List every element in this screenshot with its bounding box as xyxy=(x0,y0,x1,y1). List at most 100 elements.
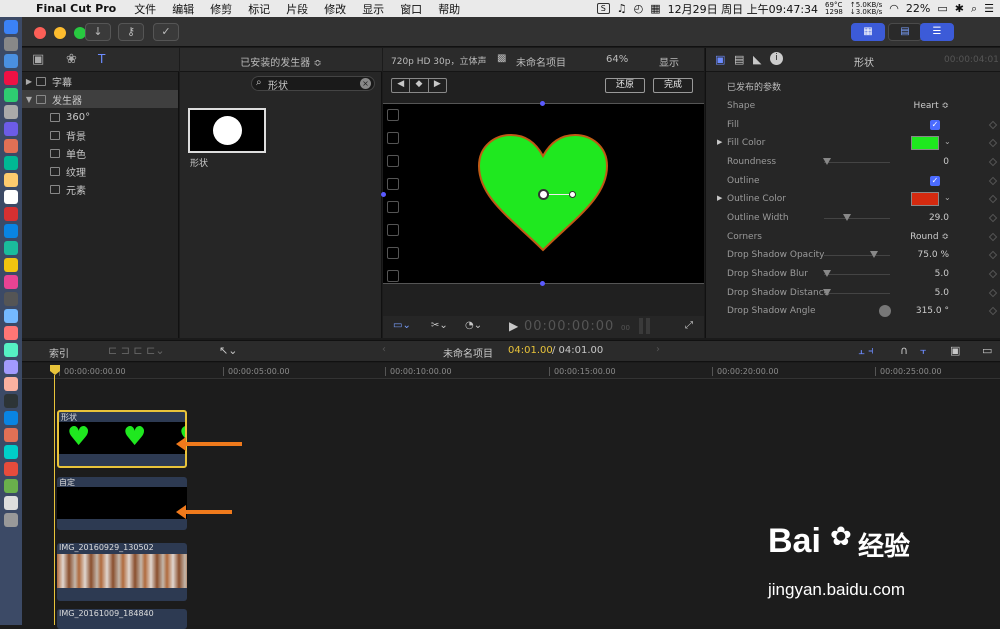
back-icon[interactable]: ‹ xyxy=(382,344,386,355)
import-button[interactable]: ↓ xyxy=(85,23,111,41)
shape-clip[interactable]: 形状 ♥ ♥ ♥ xyxy=(57,410,187,468)
menu-mark[interactable]: 标记 xyxy=(248,1,270,17)
calendar-icon[interactable]: ▦ xyxy=(650,2,660,15)
video-canvas[interactable] xyxy=(381,101,704,286)
menu-clip[interactable]: 片段 xyxy=(286,1,308,17)
status-s-icon[interactable]: S xyxy=(596,3,610,14)
dock-app-icon[interactable] xyxy=(4,207,18,221)
param-slider-track[interactable] xyxy=(824,293,890,294)
timeline-index-icon[interactable]: ▭ xyxy=(982,344,992,357)
dock-app-icon[interactable] xyxy=(4,462,18,476)
close-window-button[interactable] xyxy=(34,27,46,39)
color-swatch[interactable] xyxy=(911,192,939,206)
timecode-display[interactable]: 00:00:00:00 xyxy=(524,319,614,334)
dock-app-icon[interactable] xyxy=(4,275,18,289)
clock-icon[interactable]: ◴ xyxy=(634,2,644,15)
dock-app-icon[interactable] xyxy=(4,479,18,493)
rotation-handle[interactable] xyxy=(569,191,576,198)
param-slider-track[interactable] xyxy=(824,255,890,256)
center-handle[interactable] xyxy=(538,189,549,200)
color-swatch[interactable] xyxy=(911,136,939,150)
menu-file[interactable]: 文件 xyxy=(134,1,156,17)
dock-app-icon[interactable] xyxy=(4,173,18,187)
param-slider-knob[interactable] xyxy=(843,214,852,221)
keyframe-diamond-icon[interactable] xyxy=(988,250,998,260)
speed-tool-icon[interactable]: ◔⌄ xyxy=(465,320,482,331)
param-slider-knob[interactable] xyxy=(823,158,832,165)
background-tasks-button[interactable]: ✓ xyxy=(153,23,179,41)
menu-edit[interactable]: 编辑 xyxy=(172,1,194,17)
video-inspector-icon[interactable]: ▣ xyxy=(715,53,725,66)
dock-app-icon[interactable] xyxy=(4,156,18,170)
photos-audio-icon[interactable]: ▣ xyxy=(32,52,44,67)
dock-app-icon[interactable] xyxy=(4,428,18,442)
show-inspector-button[interactable]: ☰ xyxy=(920,23,954,41)
zoom-menu[interactable]: 64% xyxy=(606,54,628,65)
next-keyframe-icon[interactable]: ▶ xyxy=(429,79,446,92)
dock-app-icon[interactable] xyxy=(4,513,18,527)
shape-generator-thumbnail[interactable] xyxy=(188,108,266,153)
disclosure-down-icon[interactable]: ▼ xyxy=(22,95,36,104)
battery-icon[interactable]: ▭ xyxy=(937,2,947,15)
sidebar-item-backgrounds[interactable]: 背景 xyxy=(22,126,178,144)
menu-window[interactable]: 窗口 xyxy=(400,1,422,17)
battery-percent[interactable]: 22% xyxy=(906,2,930,15)
minimize-window-button[interactable] xyxy=(54,27,66,39)
keyframe-diamond-icon[interactable] xyxy=(988,232,998,242)
chevron-down-icon[interactable]: ⌄ xyxy=(944,137,951,146)
param-value[interactable]: 29.0 xyxy=(929,213,949,223)
done-button[interactable]: 完成 xyxy=(653,78,693,93)
dock-app-icon[interactable] xyxy=(4,258,18,272)
skimming-icons[interactable]: ⫠ ⫞ xyxy=(858,344,874,358)
param-value[interactable]: Heart ≎ xyxy=(914,101,949,111)
show-browser-button[interactable]: ▦ xyxy=(851,23,885,41)
param-value[interactable]: Round ≎ xyxy=(910,232,949,242)
param-slider-knob[interactable] xyxy=(869,251,878,258)
transform-handle-bottom[interactable] xyxy=(540,281,545,286)
param-value[interactable]: 315.0 ° xyxy=(916,306,949,316)
wifi-icon[interactable]: ◠ xyxy=(889,2,899,15)
clear-search-icon[interactable]: × xyxy=(360,78,371,89)
keyframe-diamond-icon[interactable] xyxy=(988,306,998,316)
chevron-down-icon[interactable]: ⌄ xyxy=(944,193,951,202)
edit-buttons[interactable]: ⊏ ⊐ ⊏ ⊏⌄ xyxy=(108,344,165,357)
filmstrip-inspector-icon[interactable]: ▤ xyxy=(734,53,744,66)
dock-app-icon[interactable] xyxy=(4,241,18,255)
display-menu[interactable]: 显示 xyxy=(659,54,679,69)
menu-help[interactable]: 帮助 xyxy=(438,1,460,17)
param-value[interactable]: 0 xyxy=(943,157,949,167)
dock-app-icon[interactable] xyxy=(4,190,18,204)
dock-app-icon[interactable] xyxy=(4,122,18,136)
spotlight-icon[interactable]: ⌕ xyxy=(971,2,977,16)
param-value[interactable]: 75.0 % xyxy=(918,250,949,260)
dock-app-icon[interactable] xyxy=(4,343,18,357)
sidebar-item-textures[interactable]: 纹理 xyxy=(22,162,178,180)
menu-view[interactable]: 显示 xyxy=(362,1,384,17)
dock-app-icon[interactable] xyxy=(4,88,18,102)
keyframe-diamond-icon[interactable] xyxy=(988,194,998,204)
param-value[interactable]: 5.0 xyxy=(935,269,949,279)
dock-app-icon[interactable] xyxy=(4,394,18,408)
snapping-icon[interactable]: ⫟ xyxy=(920,344,927,358)
effects-tool-icon[interactable]: ✂⌄ xyxy=(431,320,448,331)
transform-handle-top[interactable] xyxy=(540,101,545,106)
select-tool-icon[interactable]: ↖⌄ xyxy=(219,344,237,357)
add-keyframe-icon[interactable]: ◆ xyxy=(409,79,429,92)
disclosure-right-icon[interactable]: ▶ xyxy=(717,194,722,202)
dock-app-icon[interactable] xyxy=(4,411,18,425)
control-center-icon[interactable]: ☰ xyxy=(984,2,994,15)
sidebar-item-solids[interactable]: 单色 xyxy=(22,144,178,162)
previous-keyframe-icon[interactable]: ◀ xyxy=(392,79,409,92)
disclosure-right-icon[interactable]: ▶ xyxy=(717,138,722,146)
dock-app-icon[interactable] xyxy=(4,496,18,510)
param-slider-track[interactable] xyxy=(824,162,890,163)
keyframe-diamond-icon[interactable] xyxy=(988,120,998,130)
color-inspector-icon[interactable]: ◣ xyxy=(753,53,761,66)
param-slider-track[interactable] xyxy=(824,274,890,275)
angle-dial[interactable] xyxy=(879,305,891,317)
info-icon[interactable]: i xyxy=(770,52,783,65)
playhead-line[interactable] xyxy=(54,375,55,625)
checkbox[interactable]: ✓ xyxy=(930,176,940,186)
dock-app-icon[interactable] xyxy=(4,292,18,306)
fullscreen-icon[interactable]: ⤢ xyxy=(685,320,693,331)
